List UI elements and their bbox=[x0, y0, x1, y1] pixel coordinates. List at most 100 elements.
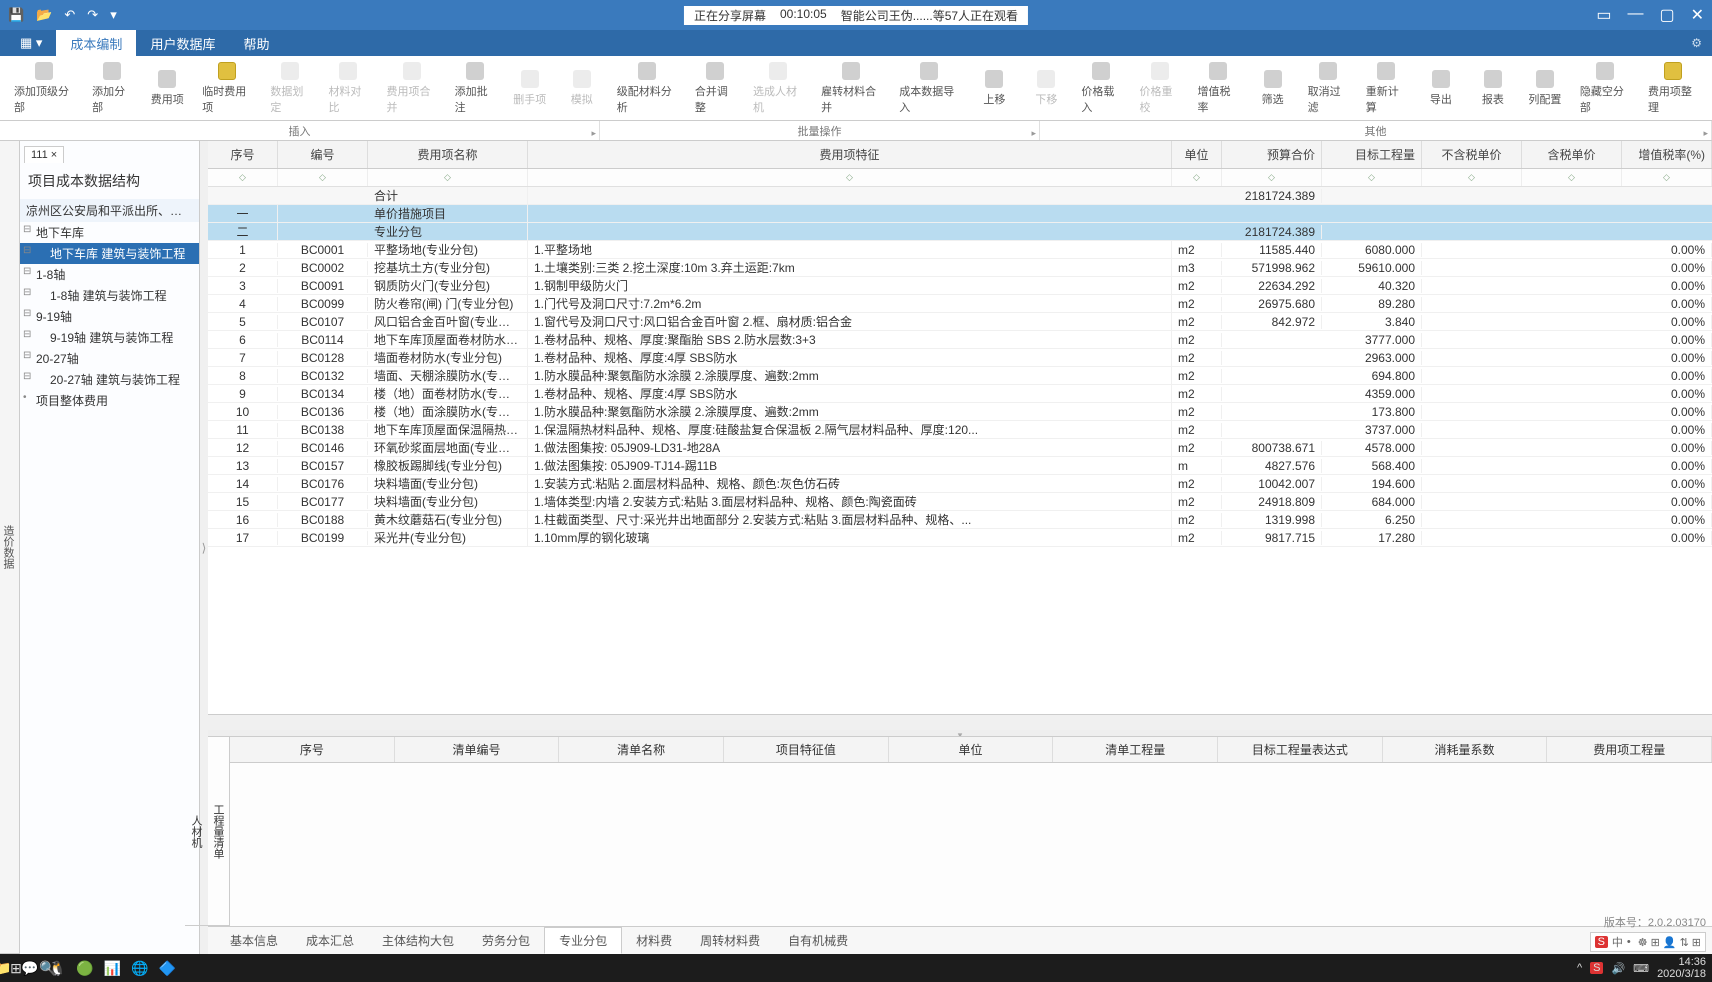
qat-open-icon[interactable]: 📂 bbox=[36, 7, 52, 23]
sub-col-3[interactable]: 项目特征值 bbox=[724, 737, 889, 762]
left-rail-0[interactable]: 造价数据 bbox=[0, 141, 19, 954]
taskbar-app-5[interactable]: 🌐 bbox=[131, 958, 148, 978]
tree-node-1[interactable]: 地下车库 建筑与装饰工程 bbox=[20, 243, 199, 264]
ime-badge[interactable]: S 中 • ☸⊞👤⇅⊞ bbox=[1590, 932, 1706, 952]
ribbon-26[interactable]: 隐藏空分部 bbox=[1574, 60, 1636, 117]
bottom-tab-5[interactable]: 材料费 bbox=[622, 928, 686, 953]
tree-node-8[interactable]: 项目整体费用 bbox=[20, 390, 199, 411]
tree-node-4[interactable]: 9-19轴 bbox=[20, 306, 199, 327]
menu-cost-edit[interactable]: 成本编制 bbox=[56, 30, 136, 56]
sub-col-1[interactable]: 清单编号 bbox=[395, 737, 560, 762]
col-tax[interactable]: 含税单价 bbox=[1522, 141, 1622, 168]
ribbon-2[interactable]: 费用项 bbox=[144, 68, 190, 109]
taskbar-app-2[interactable]: 🐧 bbox=[49, 958, 66, 978]
tab-close-icon[interactable]: × bbox=[51, 149, 57, 161]
tray-icon-1[interactable]: ⊞ bbox=[1651, 937, 1660, 949]
row-group-1[interactable]: 一 单价措施项目 bbox=[208, 205, 1712, 223]
sub-grid-body[interactable] bbox=[230, 763, 1712, 913]
ribbon-17[interactable]: 价格载入 bbox=[1075, 60, 1127, 117]
sub-col-7[interactable]: 消耗量系数 bbox=[1383, 737, 1548, 762]
table-row[interactable]: 16BC0188黄木纹蘑菇石(专业分包)1.柱截面类型、尺寸:采光井出地面部分 … bbox=[208, 511, 1712, 529]
sub-col-0[interactable]: 序号 bbox=[230, 737, 395, 762]
ribbon-0[interactable]: 添加顶级分部 bbox=[8, 60, 80, 117]
ribbon-21[interactable]: 取消过滤 bbox=[1302, 60, 1354, 117]
bottom-tab-3[interactable]: 劳务分包 bbox=[468, 928, 544, 953]
taskbar-app-3[interactable]: 🟢 bbox=[76, 958, 93, 978]
row-group-2[interactable]: 二 专业分包 2181724.389 bbox=[208, 223, 1712, 241]
bottom-tab-0[interactable]: 基本信息 bbox=[216, 928, 292, 953]
qat-redo-icon[interactable]: ↷ bbox=[87, 7, 98, 23]
ribbon-13[interactable]: 雇转材料合并 bbox=[815, 60, 887, 117]
ribbon-27[interactable]: 费用项整理 bbox=[1642, 60, 1704, 117]
tray-icon-2[interactable]: 👤 bbox=[1663, 937, 1677, 949]
col-unit[interactable]: 单位 bbox=[1172, 141, 1222, 168]
ribbon-14[interactable]: 成本数据导入 bbox=[893, 60, 965, 117]
taskbar-clock[interactable]: 14:36 2020/3/18 bbox=[1657, 956, 1706, 980]
col-seq[interactable]: 序号 bbox=[208, 141, 278, 168]
table-row[interactable]: 11BC0138地下车库顶屋面保温隔热(专...1.保温隔热材料品种、规格、厚度… bbox=[208, 421, 1712, 439]
bottom-tab-2[interactable]: 主体结构大包 bbox=[368, 928, 468, 953]
menu-file-icon[interactable]: ▦ ▾ bbox=[6, 30, 56, 56]
tree-node-3[interactable]: 1-8轴 建筑与装饰工程 bbox=[20, 285, 199, 306]
ribbon-23[interactable]: 导出 bbox=[1418, 68, 1464, 109]
qat-save-icon[interactable]: 💾 bbox=[8, 7, 24, 23]
ribbon-15[interactable]: 上移 bbox=[971, 68, 1017, 109]
window-minimize-icon[interactable]: — bbox=[1627, 5, 1643, 25]
bottom-tab-1[interactable]: 成本汇总 bbox=[292, 928, 368, 953]
table-row[interactable]: 2BC0002挖基坑土方(专业分包)1.土壤类别:三类 2.挖土深度:10m 3… bbox=[208, 259, 1712, 277]
tray-icon-3[interactable]: ⇅ bbox=[1680, 937, 1689, 949]
ribbon-7[interactable]: 添加批注 bbox=[449, 60, 501, 117]
window-maximize-icon[interactable]: ▢ bbox=[1659, 5, 1674, 25]
ribbon-3[interactable]: 临时费用项 bbox=[196, 60, 258, 117]
col-feat[interactable]: 费用项特征 bbox=[528, 141, 1172, 168]
table-row[interactable]: 12BC0146环氧砂浆面层地面(专业分包)1.做法图集按: 05J909-LD… bbox=[208, 439, 1712, 457]
sub-col-2[interactable]: 清单名称 bbox=[559, 737, 724, 762]
ribbon-19[interactable]: 增值税率 bbox=[1192, 60, 1244, 117]
menu-user-db[interactable]: 用户数据库 bbox=[136, 30, 229, 56]
taskbar-app-6[interactable]: 🔷 bbox=[159, 958, 176, 978]
tree-node-7[interactable]: 20-27轴 建筑与装饰工程 bbox=[20, 369, 199, 390]
window-extra-icon[interactable]: ▭ bbox=[1596, 5, 1611, 25]
table-row[interactable]: 3BC0091钢质防火门(专业分包)1.钢制甲级防火门m222634.29240… bbox=[208, 277, 1712, 295]
grid-body[interactable]: 合计 2181724.389 一 单价措施项目 二 专业分包 2181724.3… bbox=[208, 187, 1712, 714]
menu-gear-icon[interactable]: ⚙ bbox=[1681, 30, 1712, 56]
row-summary[interactable]: 合计 2181724.389 bbox=[208, 187, 1712, 205]
tree-node-6[interactable]: 20-27轴 bbox=[20, 348, 199, 369]
table-row[interactable]: 6BC0114地下车库顶屋面卷材防水(专...1.卷材品种、规格、厚度:聚酯胎 … bbox=[208, 331, 1712, 349]
col-untax[interactable]: 不含税单价 bbox=[1422, 141, 1522, 168]
sub-col-4[interactable]: 单位 bbox=[889, 737, 1054, 762]
table-row[interactable]: 10BC0136楼（地）面涂膜防水(专业分包)1.防水膜品种:聚氨酯防水涂膜 2… bbox=[208, 403, 1712, 421]
table-row[interactable]: 8BC0132墙面、天棚涂膜防水(专业分包)1.防水膜品种:聚氨酯防水涂膜 2.… bbox=[208, 367, 1712, 385]
sub-col-8[interactable]: 费用项工程量 bbox=[1547, 737, 1712, 762]
table-row[interactable]: 1BC0001平整场地(专业分包)1.平整场地m211585.4406080.0… bbox=[208, 241, 1712, 259]
sub-vtab-1[interactable]: 人材机 bbox=[185, 737, 207, 926]
table-row[interactable]: 14BC0176块料墙面(专业分包)1.安装方式:粘贴 2.面层材料品种、规格、… bbox=[208, 475, 1712, 493]
tray-volume-icon[interactable]: 🔊 bbox=[1611, 962, 1625, 975]
col-qty[interactable]: 目标工程量 bbox=[1322, 141, 1422, 168]
bottom-tab-7[interactable]: 自有机械费 bbox=[774, 928, 862, 953]
window-close-icon[interactable]: ✕ bbox=[1691, 5, 1704, 25]
table-row[interactable]: 7BC0128墙面卷材防水(专业分包)1.卷材品种、规格、厚度:4厚 SBS防水… bbox=[208, 349, 1712, 367]
qat-undo-icon[interactable]: ↶ bbox=[64, 7, 75, 23]
table-row[interactable]: 9BC0134楼（地）面卷材防水(专业分包)1.卷材品种、规格、厚度:4厚 SB… bbox=[208, 385, 1712, 403]
ribbon-25[interactable]: 列配置 bbox=[1522, 68, 1568, 109]
ribbon-24[interactable]: 报表 bbox=[1470, 68, 1516, 109]
ribbon-1[interactable]: 添加分部 bbox=[86, 60, 138, 117]
tray-icon-0[interactable]: ☸ bbox=[1638, 937, 1648, 949]
tray-chevron-icon[interactable]: ^ bbox=[1577, 962, 1582, 974]
taskbar-app-1[interactable]: 💬 bbox=[21, 958, 38, 978]
sub-vtab-0[interactable]: 工程量清单 bbox=[207, 737, 229, 926]
doc-tab-111[interactable]: 111 × bbox=[24, 146, 64, 163]
tree-root[interactable]: 凉州区公安局和平派出所、火车... bbox=[20, 199, 199, 222]
table-row[interactable]: 15BC0177块料墙面(专业分包)1.墙体类型:内墙 2.安装方式:粘贴 3.… bbox=[208, 493, 1712, 511]
bottom-tab-6[interactable]: 周转材料费 bbox=[686, 928, 774, 953]
taskbar-app-0[interactable]: 📁 bbox=[0, 958, 11, 978]
table-row[interactable]: 4BC0099防火卷帘(闸) 门(专业分包)1.门代号及洞口尺寸:7.2m*6.… bbox=[208, 295, 1712, 313]
ribbon-22[interactable]: 重新计算 bbox=[1360, 60, 1412, 117]
ribbon-10[interactable]: 级配材料分析 bbox=[611, 60, 683, 117]
sub-col-5[interactable]: 清单工程量 bbox=[1053, 737, 1218, 762]
col-price[interactable]: 预算合价 bbox=[1222, 141, 1322, 168]
col-name[interactable]: 费用项名称 bbox=[368, 141, 528, 168]
ribbon-11[interactable]: 合并调整 bbox=[689, 60, 741, 117]
table-row[interactable]: 13BC0157橡胶板踢脚线(专业分包)1.做法图集按: 05J909-TJ14… bbox=[208, 457, 1712, 475]
